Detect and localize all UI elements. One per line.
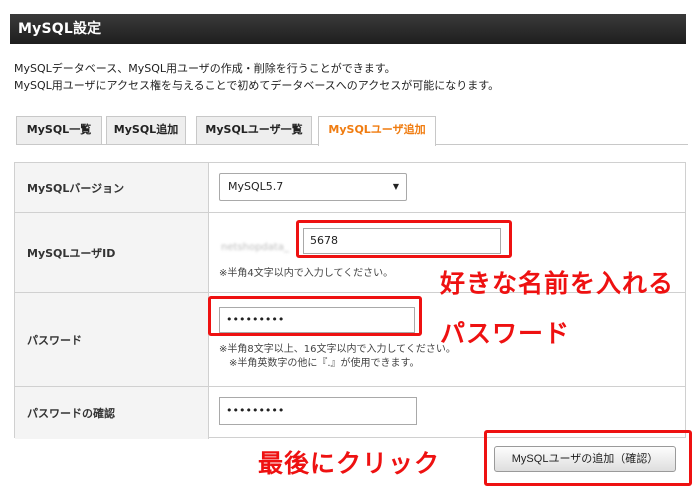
highlight-password — [208, 296, 422, 336]
password-note-chars: ※半角英数字の他に『.』が使用できます。 — [229, 358, 420, 369]
user-id-note: ※半角4文字以内で入力してください。 — [219, 268, 394, 279]
annotation-password-hint: パスワード — [440, 319, 571, 348]
chevron-down-icon: ▼ — [392, 182, 399, 191]
version-select[interactable]: MySQL5.7 ▼ — [219, 173, 407, 201]
page-description: MySQLデータベース、MySQL用ユーザの作成・削除を行うことができます。 M… — [14, 60, 674, 94]
description-line-2: MySQL用ユーザにアクセス権を与えることで初めてデータベースへのアクセスが可能… — [14, 79, 500, 92]
tab-mysql-user-add[interactable]: MySQLユーザ追加 — [318, 116, 436, 146]
version-row: MySQLバージョン MySQL5.7 ▼ — [15, 163, 685, 213]
highlight-user-id — [296, 220, 512, 258]
annotation-click-hint: 最後にクリック — [258, 449, 441, 478]
password-note-length: ※半角8文字以上、16文字以内で入力してください。 — [219, 344, 456, 355]
password-label: パスワード — [15, 293, 209, 386]
page-title: MySQL設定 — [10, 14, 686, 44]
tab-mysql-list[interactable]: MySQL一覧 — [16, 116, 102, 144]
version-label: MySQLバージョン — [15, 163, 209, 212]
highlight-submit — [484, 430, 692, 486]
tab-mysql-add[interactable]: MySQL追加 — [106, 116, 186, 144]
password-confirm-input[interactable]: ••••••••• — [219, 397, 417, 425]
annotation-name-hint: 好きな名前を入れる — [440, 269, 675, 298]
user-id-prefix: netshopdata_ — [221, 242, 289, 253]
user-id-label: MySQLユーザID — [15, 213, 209, 292]
version-selected-value: MySQL5.7 — [228, 180, 284, 193]
password-confirm-label: パスワードの確認 — [15, 387, 209, 439]
description-line-1: MySQLデータベース、MySQL用ユーザの作成・削除を行うことができます。 — [14, 62, 396, 75]
tab-mysql-user-list[interactable]: MySQLユーザ一覧 — [196, 116, 312, 144]
